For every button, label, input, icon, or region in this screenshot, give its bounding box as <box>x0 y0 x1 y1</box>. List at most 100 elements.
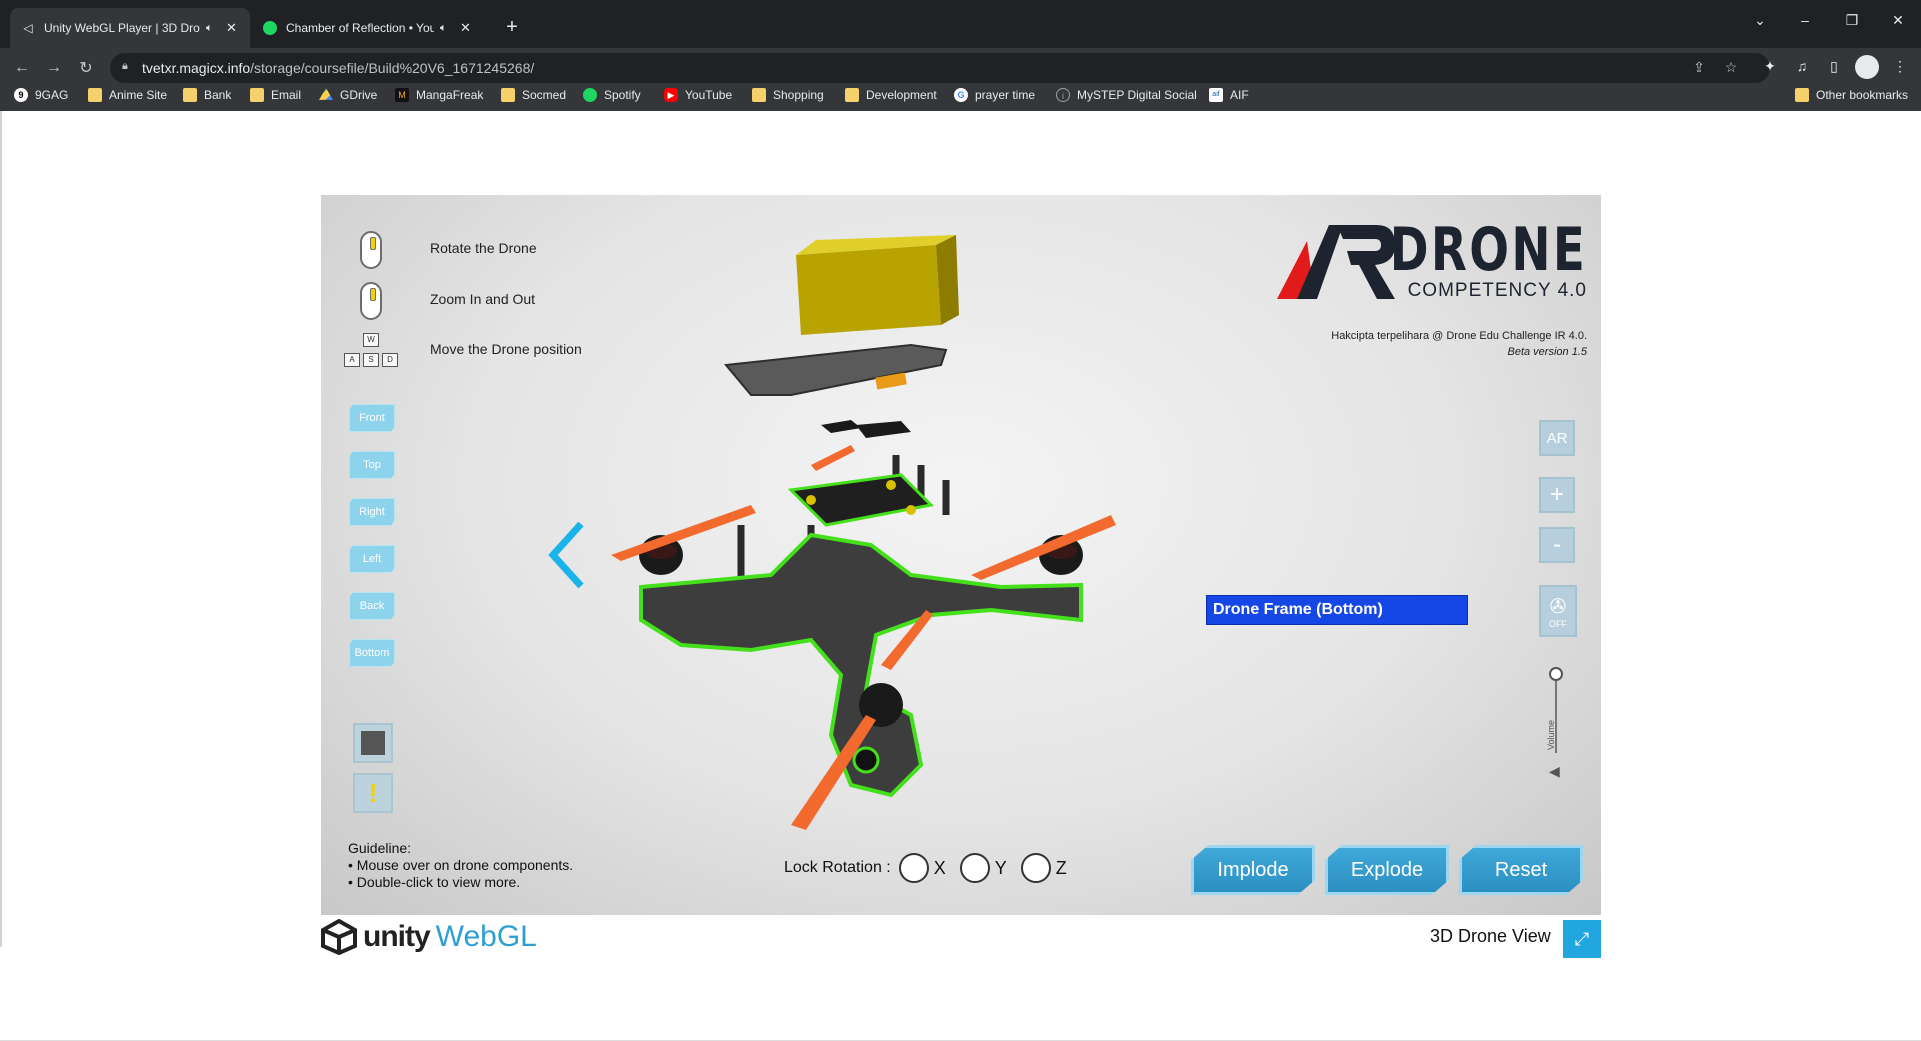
fullscreen-button[interactable]: ⤢ <box>1563 920 1601 958</box>
restore-button[interactable]: ❐ <box>1842 12 1862 29</box>
bookmark-gdrive[interactable]: GDrive <box>319 84 377 106</box>
view-left-button[interactable]: Left <box>349 545 395 573</box>
unity-canvas[interactable]: Rotate the Drone Zoom In and Out W A S D… <box>321 195 1601 915</box>
info-button[interactable]: ! <box>353 773 393 813</box>
folder-icon <box>845 88 859 102</box>
browser-tab-bar: ◁ Unity WebGL Player | 3D Dro 🔈︎ ✕ Chamb… <box>0 0 1921 48</box>
wasd-keys-icon: W A S D <box>343 333 399 371</box>
folder-icon <box>250 88 264 102</box>
reset-button[interactable]: Reset <box>1459 845 1583 895</box>
bookmark-spotify[interactable]: Spotify <box>583 84 641 106</box>
bookmark-mangafreak[interactable]: M MangaFreak <box>395 84 483 106</box>
close-window-button[interactable]: ✕ <box>1888 12 1908 29</box>
view-back-button[interactable]: Back <box>349 592 395 620</box>
folder-icon <box>88 88 102 102</box>
reload-button[interactable]: ↻ <box>74 56 98 80</box>
lock-z-radio[interactable] <box>1020 853 1051 883</box>
unity-webgl-logo: unity WebGL <box>321 918 537 956</box>
folder-icon <box>501 88 515 102</box>
exclamation-icon: ! <box>368 777 378 808</box>
bookmarks-bar: 9 9GAG Anime Site Bank Email GDrive M Mang… <box>0 80 1921 110</box>
pad-right <box>856 421 911 438</box>
key-w: W <box>363 333 379 347</box>
logo-competency-text: COMPETENCY 4.0 <box>1407 280 1587 301</box>
mystep-icon: i <box>1056 88 1070 102</box>
zoom-in-button[interactable]: + <box>1539 477 1575 513</box>
speaker-icon[interactable]: ◀ <box>1549 763 1565 779</box>
minimize-button[interactable]: – <box>1795 12 1815 28</box>
forward-button[interactable]: → <box>42 56 66 80</box>
explode-button[interactable]: Explode <box>1325 845 1449 895</box>
ar-button[interactable]: AR <box>1539 420 1575 456</box>
extensions-icon[interactable]: ✦ <box>1760 58 1780 78</box>
logo-drone-text: DRONE <box>1389 215 1587 285</box>
drone-frame-bottom[interactable] <box>639 532 1083 798</box>
stop-button[interactable] <box>353 723 393 763</box>
bookmark-prayer-time[interactable]: Gprayer time <box>954 84 1035 106</box>
mangafreak-icon: M <box>395 88 409 102</box>
aif-icon: aif <box>1209 88 1223 102</box>
bookmark-shopping[interactable]: Shopping <box>752 84 824 106</box>
other-bookmarks[interactable]: Other bookmarks <box>1795 84 1908 106</box>
lock-x-radio[interactable] <box>898 853 929 883</box>
bookmark-bank[interactable]: Bank <box>183 84 231 106</box>
guideline-item: • Double-click to view more. <box>348 874 521 890</box>
view-front-button[interactable]: Front <box>349 404 395 432</box>
share-icon[interactable]: ⇪ <box>1690 59 1708 76</box>
close-icon[interactable]: ✕ <box>460 20 474 36</box>
bookmark-socmed[interactable]: Socmed <box>501 84 566 106</box>
volume-label: Volume <box>1546 719 1556 751</box>
top-plate-component[interactable] <box>724 343 948 396</box>
bookmark-mystep[interactable]: i MySTEP Digital Social <box>1056 84 1197 106</box>
bookmark-development[interactable]: Development <box>845 84 937 106</box>
speaker-icon[interactable]: 🔈︎ <box>440 22 454 35</box>
back-button[interactable]: ← <box>10 56 34 80</box>
youtube-icon: ▶ <box>664 88 678 102</box>
fan-toggle-button[interactable]: ✇ OFF <box>1539 585 1577 637</box>
folder-icon <box>183 88 197 102</box>
bookmark-aif[interactable]: aif AIF <box>1209 84 1249 106</box>
key-d: D <box>382 353 398 367</box>
bookmark-9gag[interactable]: 9 9GAG <box>14 84 68 106</box>
profile-avatar[interactable] <box>1855 55 1879 79</box>
tab-unity-player[interactable]: ◁ Unity WebGL Player | 3D Dro 🔈︎ ✕ <box>10 8 250 48</box>
expand-icon: ⤢ <box>1574 928 1590 949</box>
component-tooltip: Drone Frame (Bottom) <box>1206 595 1468 625</box>
fan-icon: ✇ <box>1549 595 1567 618</box>
bookmark-email[interactable]: Email <box>250 84 301 106</box>
flight-controller-component[interactable] <box>787 473 935 527</box>
lock-y-radio[interactable] <box>959 853 990 883</box>
bookmark-youtube[interactable]: ▶ YouTube <box>664 84 732 106</box>
folder-icon <box>1795 88 1809 102</box>
move-hint: W A S D <box>343 333 399 371</box>
bookmark-star-icon[interactable]: ☆ <box>1722 59 1740 76</box>
view-right-button[interactable]: Right <box>349 498 395 526</box>
pad-left <box>821 420 861 433</box>
axis-z-label: Z <box>1055 857 1067 878</box>
drone-3d-model[interactable] <box>611 235 1131 835</box>
view-top-button[interactable]: Top <box>349 451 395 479</box>
implode-button[interactable]: Implode <box>1191 845 1315 895</box>
footer-title: 3D Drone View <box>1430 926 1551 946</box>
volume-slider-knob[interactable] <box>1549 667 1563 681</box>
new-tab-button[interactable]: + <box>499 14 525 40</box>
close-icon[interactable]: ✕ <box>226 20 240 36</box>
previous-arrow-icon[interactable] <box>547 520 587 590</box>
tab-spotify[interactable]: Chamber of Reflection • Your 🔈︎ ✕ <box>252 8 484 48</box>
key-s: S <box>363 353 379 367</box>
view-bottom-button[interactable]: Bottom <box>349 639 395 667</box>
battery-component[interactable] <box>796 235 959 335</box>
zoom-out-button[interactable]: - <box>1539 527 1575 563</box>
media-control-icon[interactable]: ♫ <box>1792 58 1812 78</box>
lock-icon[interactable]: 🔒︎ <box>122 60 134 74</box>
unity-wordmark: unity <box>363 920 431 953</box>
address-bar[interactable]: 🔒︎ tvetxr.magicx.info/storage/coursefile… <box>110 53 1770 83</box>
page-left-border <box>0 111 2 947</box>
bookmark-anime-site[interactable]: Anime Site <box>88 84 167 106</box>
menu-kebab-icon[interactable]: ⋮ <box>1890 58 1910 78</box>
tab-search-icon[interactable]: ⌄ <box>1750 12 1770 29</box>
beta-version-text: Beta version 1.5 <box>1507 346 1588 358</box>
speaker-icon[interactable]: 🔈︎ <box>206 22 220 35</box>
side-panel-icon[interactable]: ▯ <box>1824 58 1844 78</box>
folder-icon <box>752 88 766 102</box>
